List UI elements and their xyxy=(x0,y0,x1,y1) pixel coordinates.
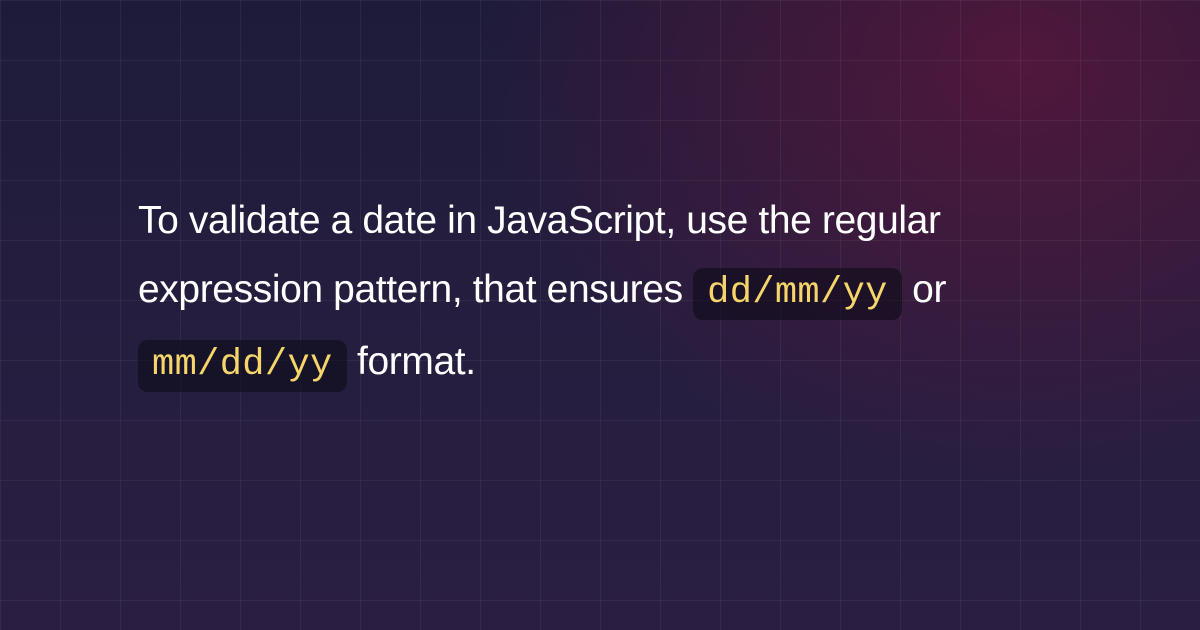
code-format-1: dd/mm/yy xyxy=(693,268,902,320)
code-format-2: mm/dd/yy xyxy=(138,340,347,392)
body-sep: or xyxy=(902,268,946,311)
snippet-body: To validate a date in JavaScript, use th… xyxy=(138,186,1090,399)
body-text-2: format. xyxy=(347,340,476,383)
